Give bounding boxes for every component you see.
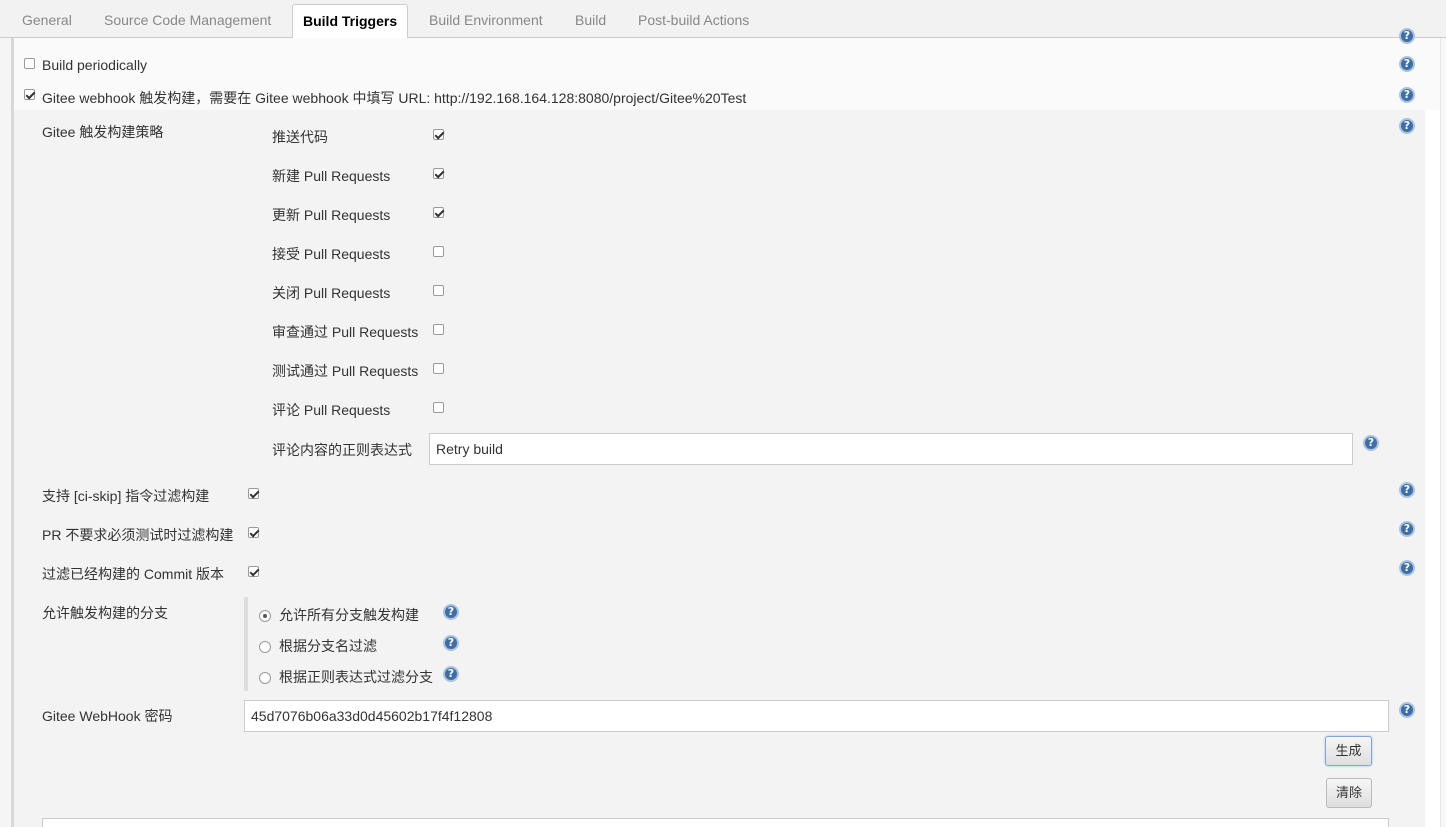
help-icon[interactable]: ? [1399,482,1415,498]
pr-no-test-checkbox[interactable] [248,527,259,538]
ci-skip-label: 支持 [ci-skip] 指令过滤构建 [42,488,210,504]
section-guide [0,38,11,827]
help-icon[interactable]: ? [1399,56,1415,72]
gitee-webhook-checkbox[interactable] [24,89,35,100]
help-icon[interactable]: ? [1399,702,1415,718]
strategy-accept-pr-checkbox[interactable] [433,246,444,257]
branch-name-filter-radio[interactable] [259,641,271,653]
strategy-item-label: 接受 Pull Requests [272,246,391,262]
strategy-item-label: 更新 Pull Requests [272,207,391,223]
tab-build[interactable]: Build [575,0,606,38]
scrollbar-track[interactable] [1440,38,1446,827]
help-icon[interactable]: ? [443,604,459,620]
generate-button[interactable]: 生成 [1325,736,1372,766]
tab-source-code-management[interactable]: Source Code Management [104,0,271,38]
help-icon[interactable]: ? [1399,560,1415,576]
help-icon[interactable]: ? [1399,87,1415,103]
tab-post-build-actions[interactable]: Post-build Actions [638,0,749,38]
strategy-test-pr-checkbox[interactable] [433,363,444,374]
next-input-field[interactable] [42,818,1389,827]
branch-option-label: 根据正则表达式过滤分支 [279,669,433,685]
strategy-new-pr-checkbox[interactable] [433,168,444,179]
strategy-item-label: 评论 Pull Requests [272,402,391,418]
strategy-item-label: 新建 Pull Requests [272,168,391,184]
help-icon[interactable]: ? [1399,521,1415,537]
help-icon[interactable]: ? [443,635,459,651]
build-periodically-label: Build periodically [42,57,148,73]
strategy-comment-pr-checkbox[interactable] [433,402,444,413]
strategy-push-checkbox[interactable] [433,129,444,140]
tab-general[interactable]: General [22,0,72,38]
comment-regex-input[interactable] [429,433,1353,465]
branch-options-group [244,597,248,691]
branch-option-label: 允许所有分支触发构建 [279,607,419,623]
strategy-item-label: 审查通过 Pull Requests [272,324,419,340]
help-icon[interactable]: ? [1363,435,1379,451]
filter-built-commit-label: 过滤已经构建的 Commit 版本 [42,566,224,582]
webhook-secret-input[interactable] [244,700,1389,732]
tab-bar: General Source Code Management Build Tri… [0,0,1446,39]
strategy-item-label: 关闭 Pull Requests [272,285,391,301]
tab-build-triggers[interactable]: Build Triggers [292,4,408,39]
ci-skip-checkbox[interactable] [248,488,259,499]
filter-built-commit-checkbox[interactable] [248,566,259,577]
strategy-update-pr-checkbox[interactable] [433,207,444,218]
strategy-label: Gitee 触发构建策略 [42,124,164,140]
branch-regex-filter-radio[interactable] [259,672,271,684]
help-icon[interactable]: ? [1399,28,1415,44]
clear-button[interactable]: 清除 [1326,778,1372,808]
strategy-item-label: 测试通过 Pull Requests [272,363,419,379]
branch-all-radio[interactable] [259,610,271,622]
help-icon[interactable]: ? [443,666,459,682]
gitee-webhook-label: Gitee webhook 触发构建，需要在 Gitee webhook 中填写… [42,90,747,106]
branch-option-label: 根据分支名过滤 [279,638,377,654]
strategy-close-pr-checkbox[interactable] [433,285,444,296]
strategy-item-label: 推送代码 [272,129,328,145]
webhook-secret-label: Gitee WebHook 密码 [42,708,173,724]
build-periodically-checkbox[interactable] [24,58,35,69]
branches-label: 允许触发构建的分支 [42,605,168,621]
pr-no-test-label: PR 不要求必须测试时过滤构建 [42,527,234,543]
help-icon[interactable]: ? [1399,118,1415,134]
comment-regex-label: 评论内容的正则表达式 [272,442,412,458]
strategy-review-pr-checkbox[interactable] [433,324,444,335]
tab-build-environment[interactable]: Build Environment [429,0,543,38]
